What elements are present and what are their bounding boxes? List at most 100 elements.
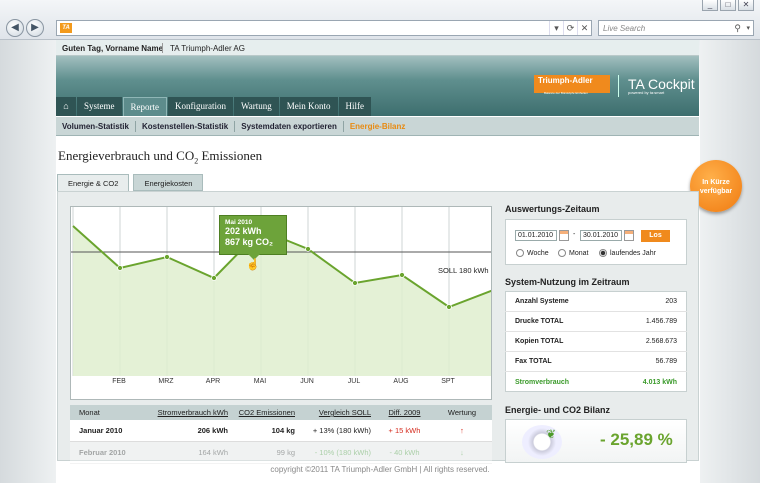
subnav-volumen-statistik[interactable]: Volumen-Statistik [56,117,135,135]
back-arrow-icon: ◀ [11,22,19,33]
cell-month: Februar 2010 [79,448,126,457]
cell-month: Januar 2010 [79,426,123,435]
tooltip-co2: 867 kg CO₂ [225,237,274,247]
cell-co2: 104 kg [271,426,295,435]
subnav-energie-bilanz[interactable]: Energie-Bilanz [344,117,412,135]
back-button[interactable]: ◀ [6,19,24,37]
main-tabs: ⌂ Systeme Reporte Konfiguration Wartung … [56,97,372,116]
triumph-adler-logo: Triumph-Adler Balance der Büroköpfe Einh… [534,75,610,95]
los-button[interactable]: Los [641,230,670,242]
tooltip-month: Mai 2010 [225,219,253,226]
radio-woche-label: Woche [527,249,549,257]
data-point[interactable] [164,254,170,260]
maximize-button[interactable]: □ [720,0,736,11]
search-dropdown-icon[interactable]: ▾ [746,24,750,32]
data-point[interactable] [305,246,311,252]
col-co2-label[interactable]: CO2 Emissionen [239,408,295,417]
stat-value: 1.456.789 [645,318,677,325]
tab-mein-konto[interactable]: Mein Konto [279,97,338,116]
subnav-systemdaten-exportieren[interactable]: Systemdaten exportieren [235,117,343,135]
radio-laufendes-jahr-label: laufendes Jahr [610,249,656,257]
user-greeting: Guten Tag, Vorname Name [62,44,164,53]
date-from-input[interactable]: 01.01.2010 [515,230,557,241]
list-item: Drucke TOTAL 1.456.789 [505,312,687,332]
col-wertung: Wertung [447,408,477,417]
data-point[interactable] [352,280,358,286]
bilanz-value: - 25,89 % [600,430,673,449]
list-item: Fax TOTAL 56.789 [505,352,687,372]
cell-diff: + 15 kWh [388,426,421,435]
refresh-icon[interactable]: ⟳ [563,21,577,35]
page-title-text: Energieverbrauch und CO [58,148,195,163]
browser-chrome: _ □ ✕ ◀ ▶ TA ▾ ⟳ ✕ Live Search ⚲ ▾ [0,0,760,40]
col-vergleich-label[interactable]: Vergleich SOLL [319,408,371,417]
stop-icon[interactable]: ✕ [577,21,591,35]
col-vergleich[interactable]: Vergleich SOLL [299,408,377,417]
nutzung-title: System-Nutzung im Zeitraum [505,277,630,287]
tab-wartung[interactable]: Wartung [234,97,279,116]
col-stromverbrauch[interactable]: Stromverbrauch kWh [146,408,232,417]
stat-label: Stromverbrauch [515,378,570,386]
monthly-table: Monat Stromverbrauch kWh CO2 Emissionen … [70,405,492,464]
x-tick-label: FEB [112,378,126,385]
tab-energie-co2[interactable]: Energie & CO2 [57,174,130,191]
col-diff-label[interactable]: Diff. 2009 [389,408,421,417]
search-icon[interactable]: ⚲ [734,23,741,34]
radio-monat-label: Monat [569,249,589,257]
search-box[interactable]: Live Search ⚲ ▾ [598,20,754,36]
stat-value: 56.789 [655,358,677,365]
cell-vergleich: - 10% (180 kWh) [314,448,371,457]
tab-home[interactable]: ⌂ [56,97,76,116]
stat-label: Fax TOTAL [515,358,552,365]
address-bar[interactable]: TA ▾ ⟳ ✕ [56,20,592,36]
x-tick-label: APR [205,378,221,385]
content-tabs: Energie & CO2 Energiekosten [57,174,204,191]
search-placeholder: Live Search [603,24,646,33]
badge-line1: In Kürze [702,179,730,186]
date-to-input[interactable]: 30.01.2010 [580,230,622,241]
data-point[interactable] [117,265,123,271]
zeitraum-box [505,219,687,265]
cell-diff: - 40 kWh [389,448,420,457]
cell-vergleich: + 13% (180 kWh) [312,426,371,435]
data-point[interactable] [399,272,405,278]
tab-konfiguration[interactable]: Konfiguration [168,97,233,116]
x-tick-label: MAI [253,378,267,385]
forward-arrow-icon: ▶ [31,22,39,33]
calendar-icon[interactable] [559,230,569,241]
close-window-button[interactable]: ✕ [738,0,754,11]
data-point[interactable] [446,304,452,310]
page-footer: copyright ©2011 TA Triumph-Adler GmbH | … [270,465,490,474]
cell-kwh: 206 kWh [197,426,228,435]
radio-monat[interactable]: Monat [558,249,588,257]
x-tick-label: JUN [300,378,314,385]
stat-value: 203 [665,298,677,305]
radio-woche[interactable]: Woche [516,249,549,257]
forward-button[interactable]: ▶ [26,19,44,37]
tab-reporte[interactable]: Reporte [122,97,167,116]
chart-tooltip: Mai 2010 202 kWh 867 kg CO₂ [219,215,287,260]
tab-systeme[interactable]: Systeme [77,97,122,116]
radio-laufendes-jahr[interactable]: laufendes Jahr [599,249,656,257]
address-dropdown-icon[interactable]: ▾ [549,21,563,35]
page-shadow-right [700,40,760,483]
list-item: Anzahl Systeme 203 [505,292,687,312]
zeitraum-title: Auswertungs-Zeitaum [505,204,600,214]
eco-plug-icon: ❦ [522,425,562,459]
hand-cursor-icon: ☝ [246,259,260,271]
x-tick-label: JUL [347,378,361,385]
tab-hilfe[interactable]: Hilfe [338,97,372,116]
cell-co2: 99 kg [276,448,295,457]
calendar-icon[interactable] [624,230,634,241]
minimize-button[interactable]: _ [702,0,718,11]
home-icon: ⌂ [63,101,69,111]
col-stromverbrauch-label[interactable]: Stromverbrauch kWh [158,408,228,417]
tab-energiekosten[interactable]: Energiekosten [133,174,204,191]
stat-value: 4.013 kWh [642,378,677,386]
data-point[interactable] [211,275,217,281]
subnav-kostenstellen-statistik[interactable]: Kostenstellen-Statistik [136,117,234,135]
table-row: Februar 2010 164 kWh 99 kg - 10% (180 kW… [70,442,492,464]
stat-label: Kopien TOTAL [515,338,564,345]
col-diff[interactable]: Diff. 2009 [377,408,432,417]
col-co2[interactable]: CO2 Emissionen [232,408,299,417]
